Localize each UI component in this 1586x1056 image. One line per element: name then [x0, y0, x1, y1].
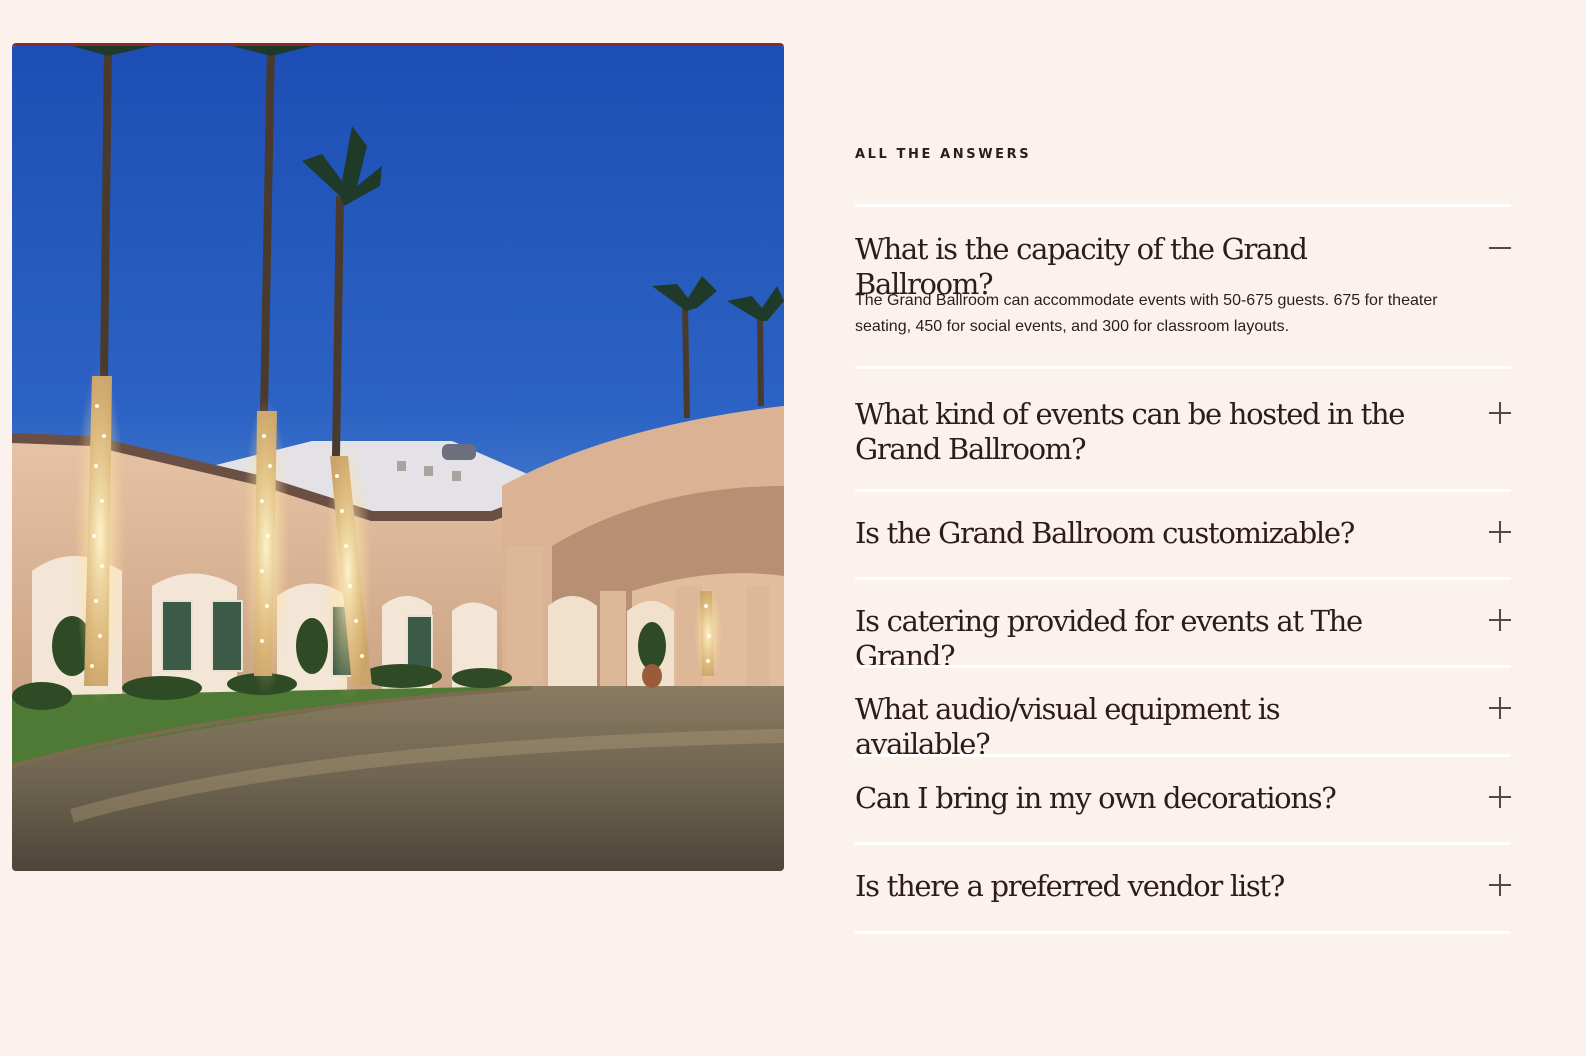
faq-divider: [855, 842, 1511, 845]
plus-icon[interactable]: [1489, 697, 1511, 719]
plus-icon[interactable]: [1489, 402, 1511, 424]
faq-item-customizable[interactable]: Is the Grand Ballroom customizable?: [855, 516, 1511, 551]
plus-icon[interactable]: [1489, 521, 1511, 543]
faq-item-av-equipment[interactable]: What audio/visual equipment is available…: [855, 692, 1511, 762]
faq-item-catering[interactable]: Is catering provided for events at The G…: [855, 604, 1511, 674]
venue-photo: [12, 43, 784, 871]
faq-divider: [855, 665, 1511, 668]
faq-divider: [855, 489, 1511, 492]
faq-question[interactable]: What audio/visual equipment is available…: [855, 692, 1415, 762]
faq-question[interactable]: Can I bring in my own decorations?: [855, 781, 1415, 816]
venue-photo-illustration: [12, 46, 784, 871]
faq-question[interactable]: Is there a preferred vendor list?: [855, 869, 1415, 904]
faq-question[interactable]: What kind of events can be hosted in the…: [855, 397, 1415, 467]
faq-divider: [855, 577, 1511, 580]
faq-divider: [855, 366, 1511, 369]
plus-icon[interactable]: [1489, 786, 1511, 808]
faq-question[interactable]: Is the Grand Ballroom customizable?: [855, 516, 1415, 551]
plus-icon[interactable]: [1489, 874, 1511, 896]
faq-eyebrow: ALL THE ANSWERS: [855, 147, 1032, 162]
faq-divider: [855, 931, 1511, 934]
faq-answer: The Grand Ballroom can accommodate event…: [855, 292, 1438, 335]
faq-item-vendor-list[interactable]: Is there a preferred vendor list?: [855, 869, 1511, 904]
faq-divider: [855, 754, 1511, 757]
faq-item-decorations[interactable]: Can I bring in my own decorations?: [855, 781, 1511, 816]
faq-item-capacity[interactable]: What is the capacity of the Grand Ballro…: [855, 232, 1511, 335]
plus-icon[interactable]: [1489, 609, 1511, 631]
faq-question[interactable]: Is catering provided for events at The G…: [855, 604, 1415, 674]
minus-icon[interactable]: [1489, 237, 1511, 259]
faq-divider: [855, 204, 1511, 207]
faq-item-event-types[interactable]: What kind of events can be hosted in the…: [855, 397, 1511, 467]
